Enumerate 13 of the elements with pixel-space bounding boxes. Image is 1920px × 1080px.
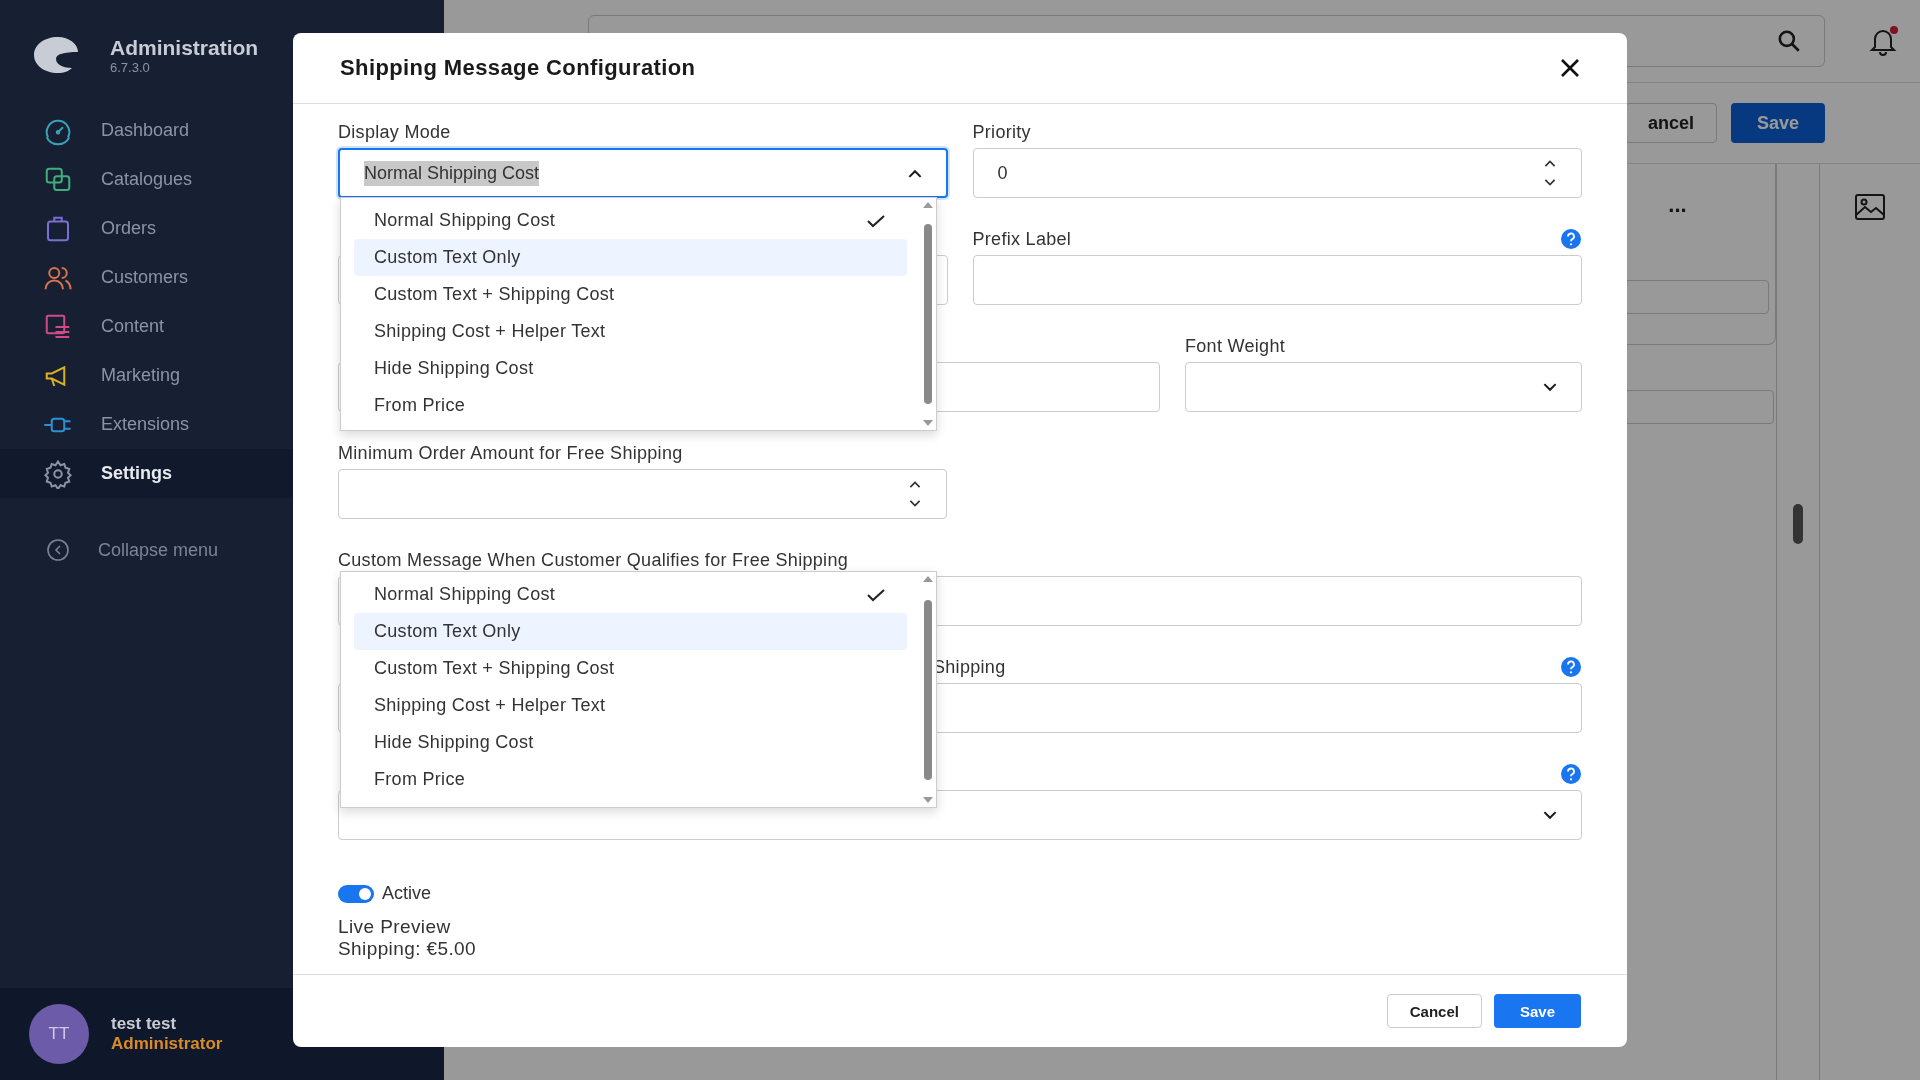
field-label: Custom Message When Customer Qualifies for Free Shipping xyxy=(338,549,848,571)
preview-text: Shipping: €5.00 xyxy=(338,938,478,960)
user-name: test test xyxy=(111,1014,178,1034)
field-label: Font Weight xyxy=(1185,335,1285,357)
version-label: 6.7.3.0 xyxy=(110,59,151,75)
field-label: Prefix Label xyxy=(972,228,1072,250)
app-title: Administration xyxy=(110,35,259,60)
preview-title: Live Preview xyxy=(338,916,452,938)
field-label: Shipping xyxy=(933,656,1006,678)
field-label: Priority xyxy=(972,121,1031,143)
dialog-title: Shipping Message Configuration xyxy=(340,55,696,81)
field-label: Display Mode xyxy=(338,121,451,143)
user-role: Administrator xyxy=(111,1034,223,1054)
